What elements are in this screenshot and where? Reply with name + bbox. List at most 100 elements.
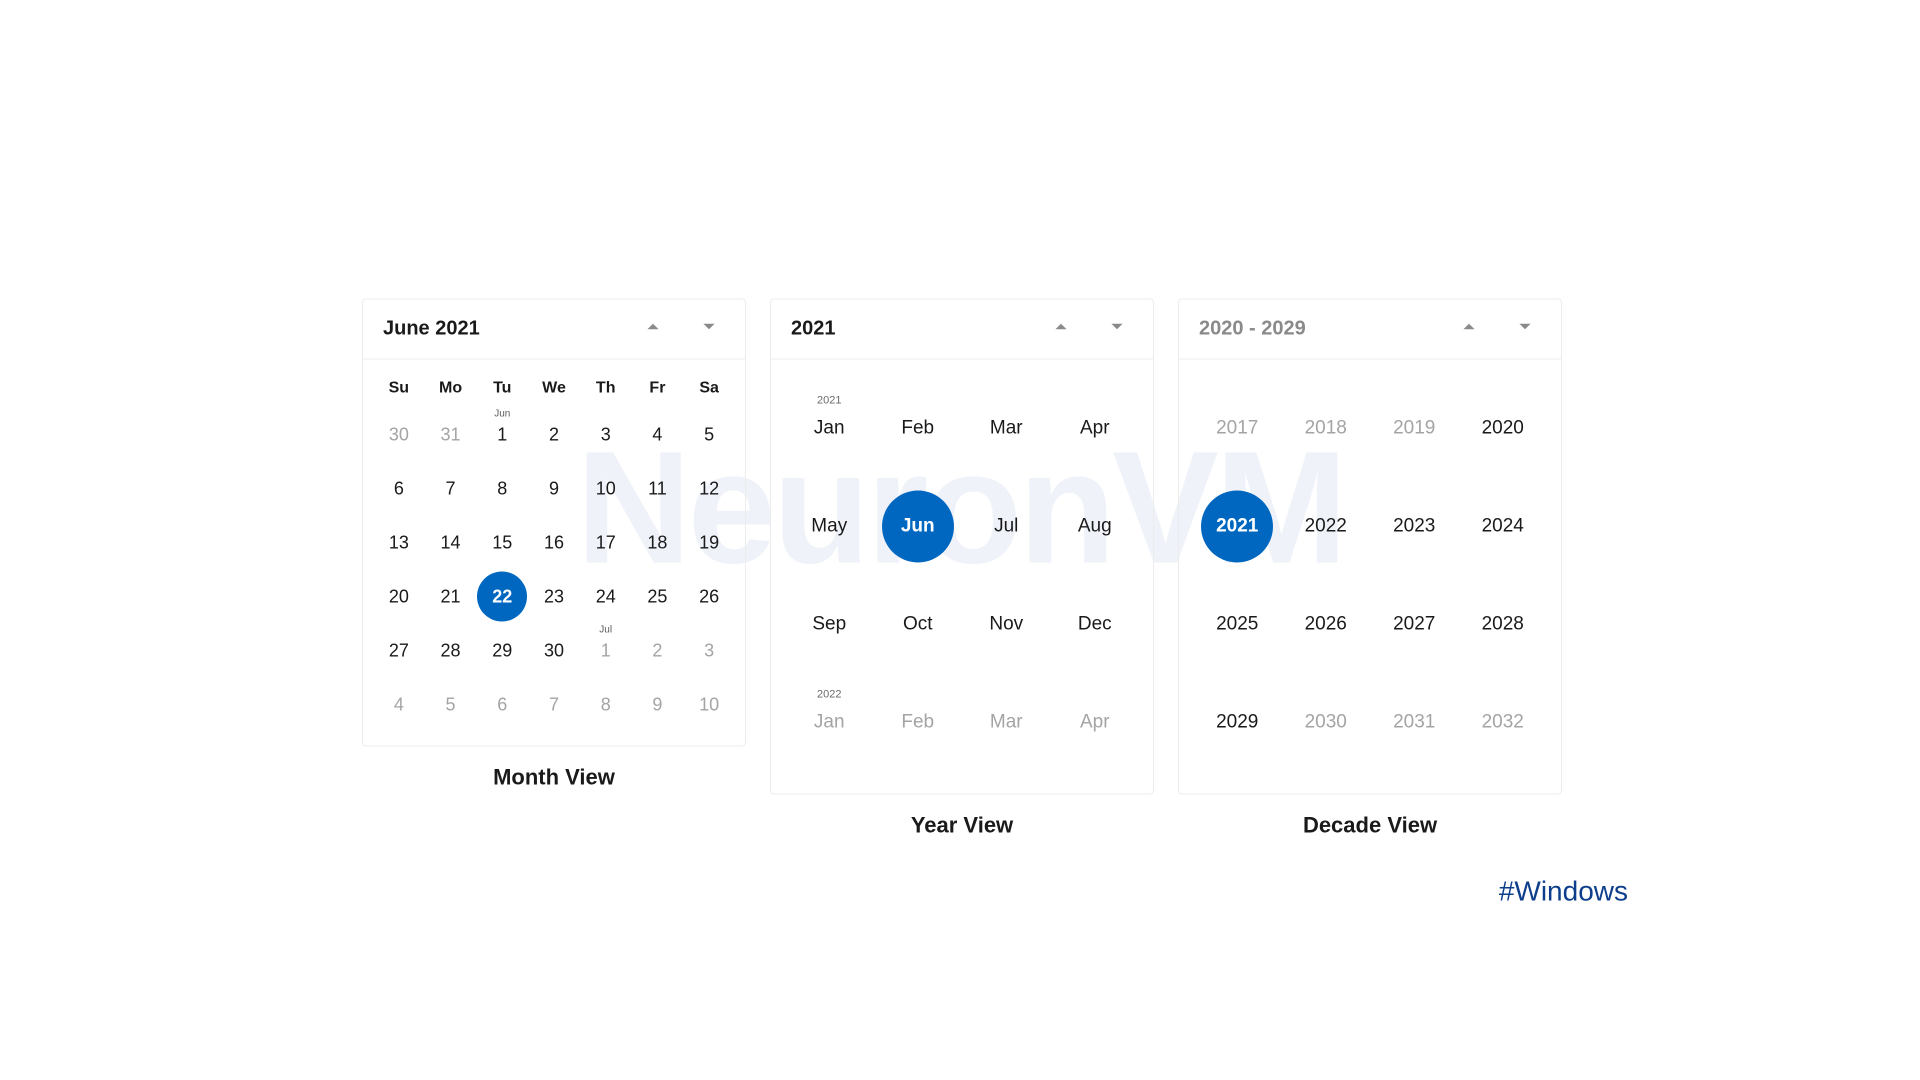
day-cell[interactable]: 8 — [580, 678, 632, 732]
day-cell[interactable]: 30 — [373, 408, 425, 462]
month-cell[interactable]: Dec — [1051, 586, 1140, 664]
month-cell[interactable]: Apr — [1051, 684, 1140, 762]
month-view-title[interactable]: June 2021 — [383, 318, 480, 341]
day-cell[interactable]: 2 — [528, 408, 580, 462]
month-label: Oct — [903, 614, 933, 636]
decade-prev-button[interactable] — [1455, 315, 1483, 343]
month-tag: Jul — [599, 626, 612, 636]
month-prev-button[interactable] — [639, 315, 667, 343]
day-cell[interactable]: 10 — [683, 678, 735, 732]
year-next-button[interactable] — [1103, 315, 1131, 343]
day-cell[interactable]: 14 — [425, 516, 477, 570]
year-prev-button[interactable] — [1047, 315, 1075, 343]
day-number: 18 — [647, 532, 667, 553]
month-cell[interactable]: 2022Jan — [785, 684, 874, 762]
year-cell[interactable]: 2022 — [1282, 488, 1371, 566]
day-cell[interactable]: 8 — [476, 462, 528, 516]
day-number: 5 — [446, 694, 456, 715]
decade-view-title[interactable]: 2020 - 2029 — [1199, 318, 1306, 341]
year-cell[interactable]: 2019 — [1370, 390, 1459, 468]
day-number: 23 — [544, 586, 564, 607]
day-cell[interactable]: 2 — [632, 624, 684, 678]
day-cell[interactable]: 24 — [580, 570, 632, 624]
year-cell[interactable]: 2017 — [1193, 390, 1282, 468]
month-cell[interactable]: Jun — [874, 488, 963, 566]
month-label: Sep — [812, 614, 846, 636]
day-cell[interactable]: 18 — [632, 516, 684, 570]
day-cell[interactable]: 21 — [425, 570, 477, 624]
day-cell[interactable]: Jul1 — [580, 624, 632, 678]
month-next-button[interactable] — [695, 315, 723, 343]
month-cell[interactable]: Feb — [874, 684, 963, 762]
day-cell[interactable]: 9 — [528, 462, 580, 516]
day-cell[interactable]: 13 — [373, 516, 425, 570]
year-cell[interactable]: 2026 — [1282, 586, 1371, 664]
day-cell[interactable]: 4 — [373, 678, 425, 732]
day-cell[interactable]: 6 — [476, 678, 528, 732]
day-cell[interactable]: 7 — [425, 462, 477, 516]
day-cell[interactable]: 5 — [683, 408, 735, 462]
month-cell[interactable]: Feb — [874, 390, 963, 468]
day-cell[interactable]: 17 — [580, 516, 632, 570]
day-cell[interactable]: 23 — [528, 570, 580, 624]
day-cell[interactable]: 19 — [683, 516, 735, 570]
day-cell[interactable]: 16 — [528, 516, 580, 570]
day-cell[interactable]: 30 — [528, 624, 580, 678]
year-cell[interactable]: 2032 — [1459, 684, 1548, 762]
month-cell[interactable]: Apr — [1051, 390, 1140, 468]
day-cell[interactable]: 28 — [425, 624, 477, 678]
day-cell[interactable]: 15 — [476, 516, 528, 570]
day-cell[interactable]: 29 — [476, 624, 528, 678]
year-cell[interactable]: 2029 — [1193, 684, 1282, 762]
day-number: 7 — [549, 694, 559, 715]
weekday-label: Mo — [425, 380, 477, 398]
day-cell[interactable]: 9 — [632, 678, 684, 732]
year-cell[interactable]: 2025 — [1193, 586, 1282, 664]
year-cell[interactable]: 2024 — [1459, 488, 1548, 566]
day-cell[interactable]: 27 — [373, 624, 425, 678]
month-cell[interactable]: 2021Jan — [785, 390, 874, 468]
weekday-label: Sa — [683, 380, 735, 398]
year-cell[interactable]: 2020 — [1459, 390, 1548, 468]
decade-view-body: 20172018 2019 2020 2021202220232024 20252026… — [1179, 360, 1561, 794]
day-cell[interactable]: 3 — [580, 408, 632, 462]
year-cell[interactable]: 2028 — [1459, 586, 1548, 664]
month-cell[interactable]: Mar — [962, 684, 1051, 762]
month-cell[interactable]: Nov — [962, 586, 1051, 664]
day-cell[interactable]: 10 — [580, 462, 632, 516]
day-cell[interactable]: Jun1 — [476, 408, 528, 462]
month-cell[interactable]: Jul — [962, 488, 1051, 566]
weekday-header-row: SuMoTuWeThFrSa — [373, 372, 735, 408]
year-cell[interactable]: 2027 — [1370, 586, 1459, 664]
day-cell[interactable]: 12 — [683, 462, 735, 516]
year-view-title[interactable]: 2021 — [791, 318, 836, 341]
day-number: 19 — [699, 532, 719, 553]
day-cell[interactable]: 6 — [373, 462, 425, 516]
year-label: 2019 — [1393, 418, 1435, 440]
year-cell[interactable]: 2021 — [1193, 488, 1282, 566]
day-cell[interactable]: 11 — [632, 462, 684, 516]
day-number: 26 — [699, 586, 719, 607]
year-cell[interactable]: 2018 — [1282, 390, 1371, 468]
day-cell[interactable]: 22 — [476, 570, 528, 624]
month-cell[interactable]: Mar — [962, 390, 1051, 468]
month-cell[interactable]: Aug — [1051, 488, 1140, 566]
year-cell[interactable]: 2031 — [1370, 684, 1459, 762]
year-cell[interactable]: 2023 — [1370, 488, 1459, 566]
day-cell[interactable]: 20 — [373, 570, 425, 624]
day-number: 27 — [389, 640, 409, 661]
day-cell[interactable]: 26 — [683, 570, 735, 624]
year-cell[interactable]: 2030 — [1282, 684, 1371, 762]
month-cell[interactable]: Oct — [874, 586, 963, 664]
decade-next-button[interactable] — [1511, 315, 1539, 343]
day-number: 25 — [647, 586, 667, 607]
day-cell[interactable]: 5 — [425, 678, 477, 732]
month-cell[interactable]: Sep — [785, 586, 874, 664]
day-cell[interactable]: 7 — [528, 678, 580, 732]
day-cell[interactable]: 3 — [683, 624, 735, 678]
day-cell[interactable]: 4 — [632, 408, 684, 462]
day-cell[interactable]: 31 — [425, 408, 477, 462]
month-cell[interactable]: May — [785, 488, 874, 566]
day-cell[interactable]: 25 — [632, 570, 684, 624]
month-view-panel: June 2021 SuMoTuWeThFrSa 3031Jun12345678… — [362, 299, 746, 747]
